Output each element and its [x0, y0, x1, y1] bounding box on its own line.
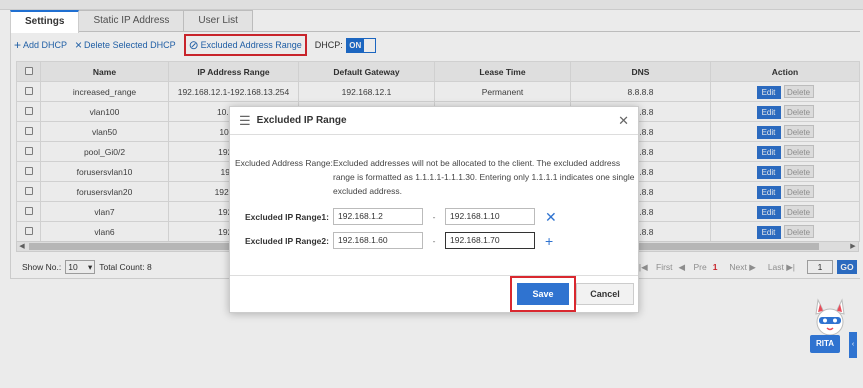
tab-settings[interactable]: Settings: [10, 10, 80, 33]
save-button[interactable]: Save: [517, 283, 569, 305]
range1-end-input[interactable]: 192.168.1.10: [445, 208, 535, 225]
excluded-ip-range-dialog: ☰ Excluded IP Range ✕ Excluded Address R…: [229, 106, 639, 313]
remove-icon[interactable]: ✕: [545, 210, 557, 224]
dialog-footer-divider: [230, 275, 638, 276]
dialog-description: Excluded Address Range: Excluded address…: [235, 156, 635, 198]
range-dash: -: [432, 211, 436, 222]
save-highlight: Save: [510, 276, 576, 312]
range1-start-input[interactable]: 192.168.1.2: [333, 208, 423, 225]
range2-start-input[interactable]: 192.168.1.60: [333, 232, 423, 249]
rita-expand-tab[interactable]: ‹: [849, 332, 857, 358]
add-icon[interactable]: +: [545, 234, 553, 248]
rita-label[interactable]: RITA: [810, 335, 840, 353]
range2-label: Excluded IP Range2:: [245, 235, 329, 246]
range-dash: -: [432, 235, 436, 246]
range1-label: Excluded IP Range1:: [245, 211, 329, 222]
close-icon[interactable]: ✕: [618, 113, 629, 129]
range2-row: Excluded IP Range2: 192.168.1.60 - 192.1…: [245, 232, 553, 249]
cancel-button[interactable]: Cancel: [576, 283, 634, 305]
dialog-title: Excluded IP Range: [256, 115, 347, 126]
dialog-header: ☰ Excluded IP Range ✕: [230, 107, 638, 135]
range2-end-input[interactable]: 192.168.1.70: [445, 232, 535, 249]
description-text: Excluded addresses will not be allocated…: [333, 158, 635, 196]
range1-row: Excluded IP Range1: 192.168.1.2 - 192.16…: [245, 208, 557, 225]
menu-icon: ☰: [239, 112, 251, 128]
description-label: Excluded Address Range:: [235, 158, 333, 168]
